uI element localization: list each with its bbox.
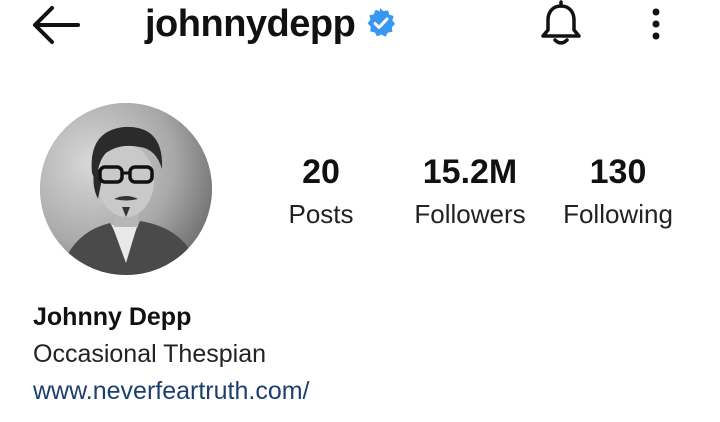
arrow-left-icon [33, 6, 80, 44]
verified-badge-icon [366, 8, 396, 38]
followers-count: 15.2M [422, 153, 518, 191]
notifications-button[interactable] [538, 0, 584, 48]
profile-avatar[interactable] [40, 103, 212, 275]
bell-icon [541, 0, 581, 45]
profile-username: johnnydepp [145, 3, 356, 45]
following-label: Following [563, 199, 673, 229]
following-count: 130 [589, 153, 647, 191]
more-options-button[interactable] [640, 4, 672, 46]
more-vertical-icon [652, 8, 660, 40]
profile-bio: Occasional Thespian [33, 340, 267, 368]
posts-stat[interactable]: 20 Posts [251, 150, 391, 234]
profile-photo [40, 103, 212, 275]
profile-website-link[interactable]: www.neverfeartruth.com/ [33, 374, 310, 408]
followers-label: Followers [414, 199, 526, 229]
posts-label: Posts [288, 199, 354, 229]
posts-count: 20 [302, 153, 340, 191]
following-stat[interactable]: 130 Following [548, 150, 688, 234]
back-button[interactable] [30, 4, 82, 46]
profile-display-name: Johnny Depp [33, 303, 192, 331]
followers-stat[interactable]: 15.2M Followers [400, 150, 540, 234]
